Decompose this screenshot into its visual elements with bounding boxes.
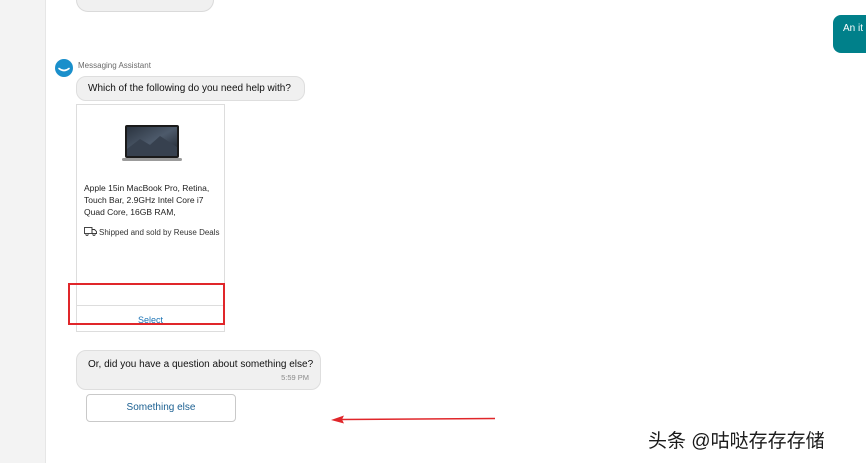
question-text: Which of the following do you need help … xyxy=(88,83,291,94)
red-arrow-annotation xyxy=(331,415,496,424)
assistant-followup-bubble: Or, did you have a question about someth… xyxy=(76,350,321,390)
shipping-text: Shipped and sold by Reuse Deals xyxy=(99,228,220,237)
user-message-bubble: An it xyxy=(833,15,866,53)
user-message-text: An it xyxy=(843,23,864,34)
assistant-avatar-icon xyxy=(55,59,73,77)
previous-message-bubble xyxy=(76,0,214,12)
product-title: Apple 15in MacBook Pro, Retina, Touch Ba… xyxy=(84,183,210,217)
followup-text: Or, did you have a question about someth… xyxy=(88,359,314,370)
sender-name: Messaging Assistant xyxy=(78,61,151,70)
left-rail xyxy=(0,0,46,463)
shipping-info: Shipped and sold by Reuse Deals xyxy=(84,226,220,240)
something-else-button[interactable]: Something else xyxy=(86,394,236,422)
truck-icon xyxy=(84,227,97,236)
highlight-annotation xyxy=(68,283,225,325)
watermark: 头条 @咕哒存存存储 xyxy=(648,431,825,452)
laptop-image xyxy=(122,125,182,161)
message-timestamp: 5:59 PM xyxy=(281,373,309,382)
assistant-question-bubble: Which of the following do you need help … xyxy=(76,76,305,101)
